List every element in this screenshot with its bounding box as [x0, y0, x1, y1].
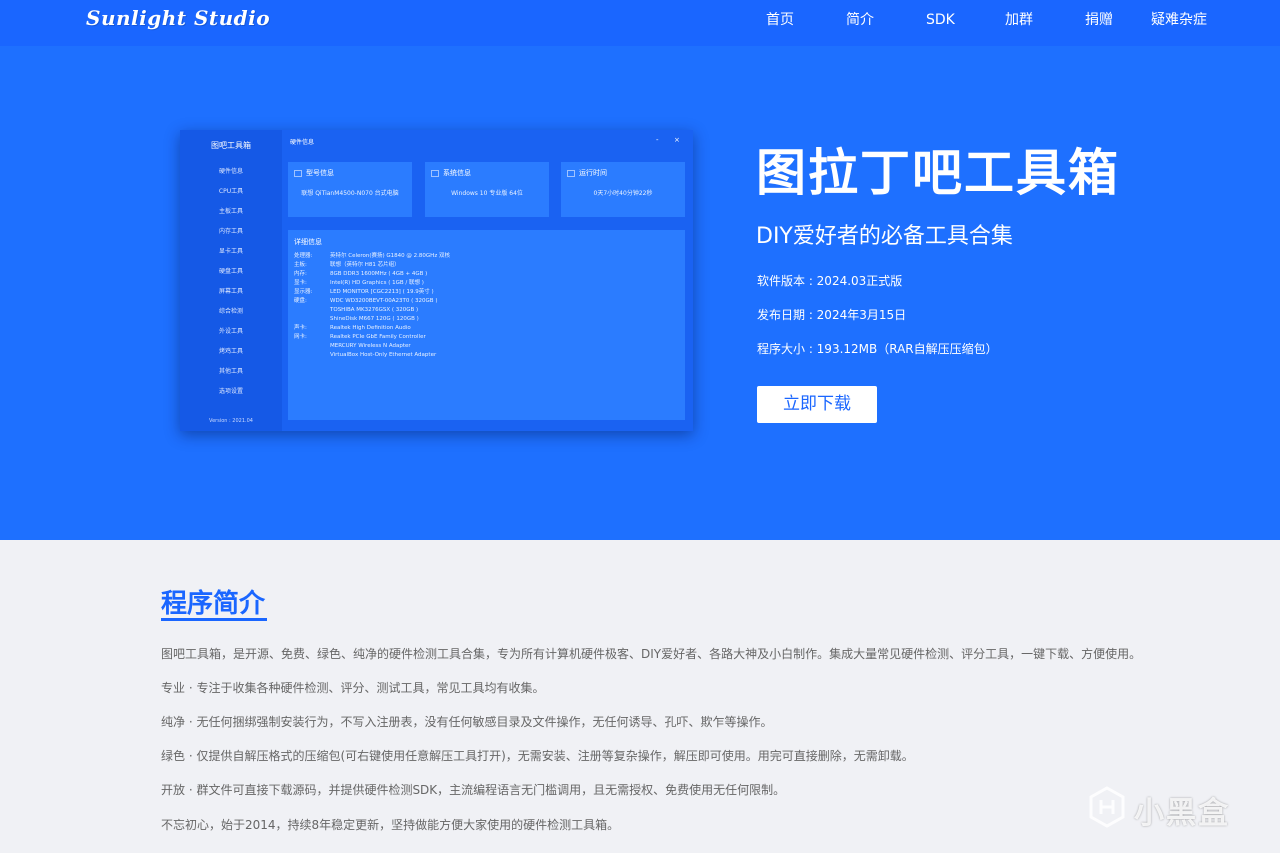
app-sidebar-item: 其他工具 — [218, 368, 243, 375]
program-size: 程序大小 : 193.12MB（RAR自解压压缩包） — [757, 342, 998, 356]
card-title: 型号信息 — [294, 168, 334, 178]
watermark: 小黑盒 — [1088, 784, 1248, 831]
close-icon: × — [674, 136, 680, 144]
detail-row: 显卡: Intel(R) HD Graphics ( 1GB / 联想 ) — [294, 280, 424, 286]
app-window-title: 硬件信息 — [290, 139, 315, 146]
minimize-icon: - — [656, 136, 659, 144]
app-sidebar-item: 内存工具 — [218, 228, 243, 235]
nav-intro[interactable]: 简介 — [846, 0, 874, 46]
watermark-text: 小黑盒 — [1134, 796, 1230, 831]
app-sidebar-item: 硬件信息 — [218, 168, 243, 175]
hero-title: 图拉丁吧工具箱 — [756, 144, 1120, 202]
app-version: Version : 2021.04 — [209, 418, 253, 424]
app-sidebar-item: 烤鸡工具 — [218, 348, 243, 355]
app-titlebar: 硬件信息 - × — [282, 135, 693, 149]
app-sidebar: 图吧工具箱 硬件信息 CPU工具 主板工具 内存工具 显卡工具 硬盘工具 屏幕工… — [180, 130, 282, 431]
intro-paragraph: 不忘初心，始于2014，持续8年稳定更新，坚持做能方便大家使用的硬件检测工具箱。 — [161, 818, 620, 832]
detail-row: VirtualBox Host-Only Ethernet Adapter — [330, 352, 437, 358]
top-nav-bar: Sunlight Studio 首页 简介 SDK 加群 捐赠 疑难杂症 — [0, 0, 1280, 46]
card-value: Windows 10 专业版 64位 — [451, 190, 523, 197]
nav-faq[interactable]: 疑难杂症 — [1151, 0, 1207, 46]
hero-section: 图吧工具箱 硬件信息 CPU工具 主板工具 内存工具 显卡工具 硬盘工具 屏幕工… — [0, 46, 1280, 540]
card-value: 联想 QiTianM4500-N070 台式电脑 — [301, 190, 399, 197]
detail-row: MERCURY Wireless N Adapter — [330, 343, 411, 349]
intro-paragraph: 专业 · 专注于收集各种硬件检测、评分、测试工具，常见工具均有收集。 — [161, 681, 545, 695]
detail-row: 声卡: Realtek High Definition Audio — [294, 325, 411, 331]
intro-paragraph: 开放 · 群文件可直接下载源码，并提供硬件检测SDK，主流编程语言无门槛调用，且… — [161, 783, 786, 797]
nav-donate[interactable]: 捐赠 — [1085, 0, 1113, 46]
detail-row: 内存: 8GB DDR3 1600MHz ( 4GB + 4GB ) — [294, 271, 428, 277]
system-info-card: 系统信息 Windows 10 专业版 64位 — [425, 162, 549, 217]
app-sidebar-item: 外设工具 — [218, 328, 243, 335]
nav-join-group[interactable]: 加群 — [1005, 0, 1033, 46]
detail-row: TOSHIBA MK3276GSX ( 320GB ) — [330, 307, 419, 313]
uptime-card: 运行时间 0天7小时40分钟22秒 — [561, 162, 685, 217]
app-sidebar-item: 选项设置 — [218, 388, 243, 395]
app-sidebar-title: 图吧工具箱 — [211, 141, 251, 150]
detail-row: 显示器: LED MONITOR [CGC2213] ( 19.9英寸 ) — [294, 289, 434, 295]
nav-sdk[interactable]: SDK — [926, 0, 955, 46]
detail-row: 硬盘: WDC WD3200BEVT-00A23T0 ( 320GB ) — [294, 298, 438, 304]
app-sidebar-item: 主板工具 — [218, 208, 243, 215]
software-version: 软件版本 : 2024.03正式版 — [757, 274, 903, 288]
app-sidebar-item: 显卡工具 — [218, 248, 243, 255]
app-sidebar-item: 硬盘工具 — [218, 268, 243, 275]
xiaoheihe-logo-icon — [1089, 786, 1125, 828]
section-title-underline — [161, 618, 267, 621]
card-title: 系统信息 — [431, 168, 471, 178]
site-logo[interactable]: Sunlight Studio — [86, 6, 270, 30]
section-title: 程序简介 — [161, 589, 266, 619]
model-info-card: 型号信息 联想 QiTianM4500-N070 台式电脑 — [288, 162, 412, 217]
release-date: 发布日期 : 2024年3月15日 — [757, 308, 907, 322]
app-sidebar-item: CPU工具 — [218, 188, 244, 195]
intro-paragraph: 图吧工具箱，是开源、免费、绿色、纯净的硬件检测工具合集，专为所有计算机硬件极客、… — [161, 647, 1142, 661]
detail-info-panel: 详细信息 处理器: 英特尔 Celeron(赛扬) G1840 @ 2.80GHz… — [288, 230, 685, 420]
intro-paragraph: 纯净 · 无任何捆绑强制安装行为，不写入注册表，没有任何敏感目录及文件操作，无任… — [161, 715, 773, 729]
detail-row: 主板: 联想（英特尔 H81 芯片组） — [294, 262, 400, 268]
intro-paragraph: 绿色 · 仅提供自解压格式的压缩包(可右键使用任意解压工具打开)，无需安装、注册… — [161, 749, 914, 763]
app-sidebar-item: 屏幕工具 — [218, 288, 243, 295]
app-sidebar-item: 综合检测 — [218, 308, 243, 315]
detail-row: ShineDisk M667 120G ( 120GB ) — [330, 316, 419, 322]
card-value: 0天7小时40分钟22秒 — [593, 190, 653, 197]
nav-home[interactable]: 首页 — [766, 0, 794, 46]
card-title: 运行时间 — [567, 168, 607, 178]
detail-title: 详细信息 — [294, 238, 322, 246]
app-screenshot: 图吧工具箱 硬件信息 CPU工具 主板工具 内存工具 显卡工具 硬盘工具 屏幕工… — [180, 130, 693, 431]
detail-row: 网卡: Realtek PCIe GbE Family Controller — [294, 334, 426, 340]
detail-row: 处理器: 英特尔 Celeron(赛扬) G1840 @ 2.80GHz 双核 — [294, 253, 450, 259]
download-button[interactable]: 立即下载 — [757, 386, 877, 423]
hero-subtitle: DIY爱好者的必备工具合集 — [756, 224, 1013, 249]
